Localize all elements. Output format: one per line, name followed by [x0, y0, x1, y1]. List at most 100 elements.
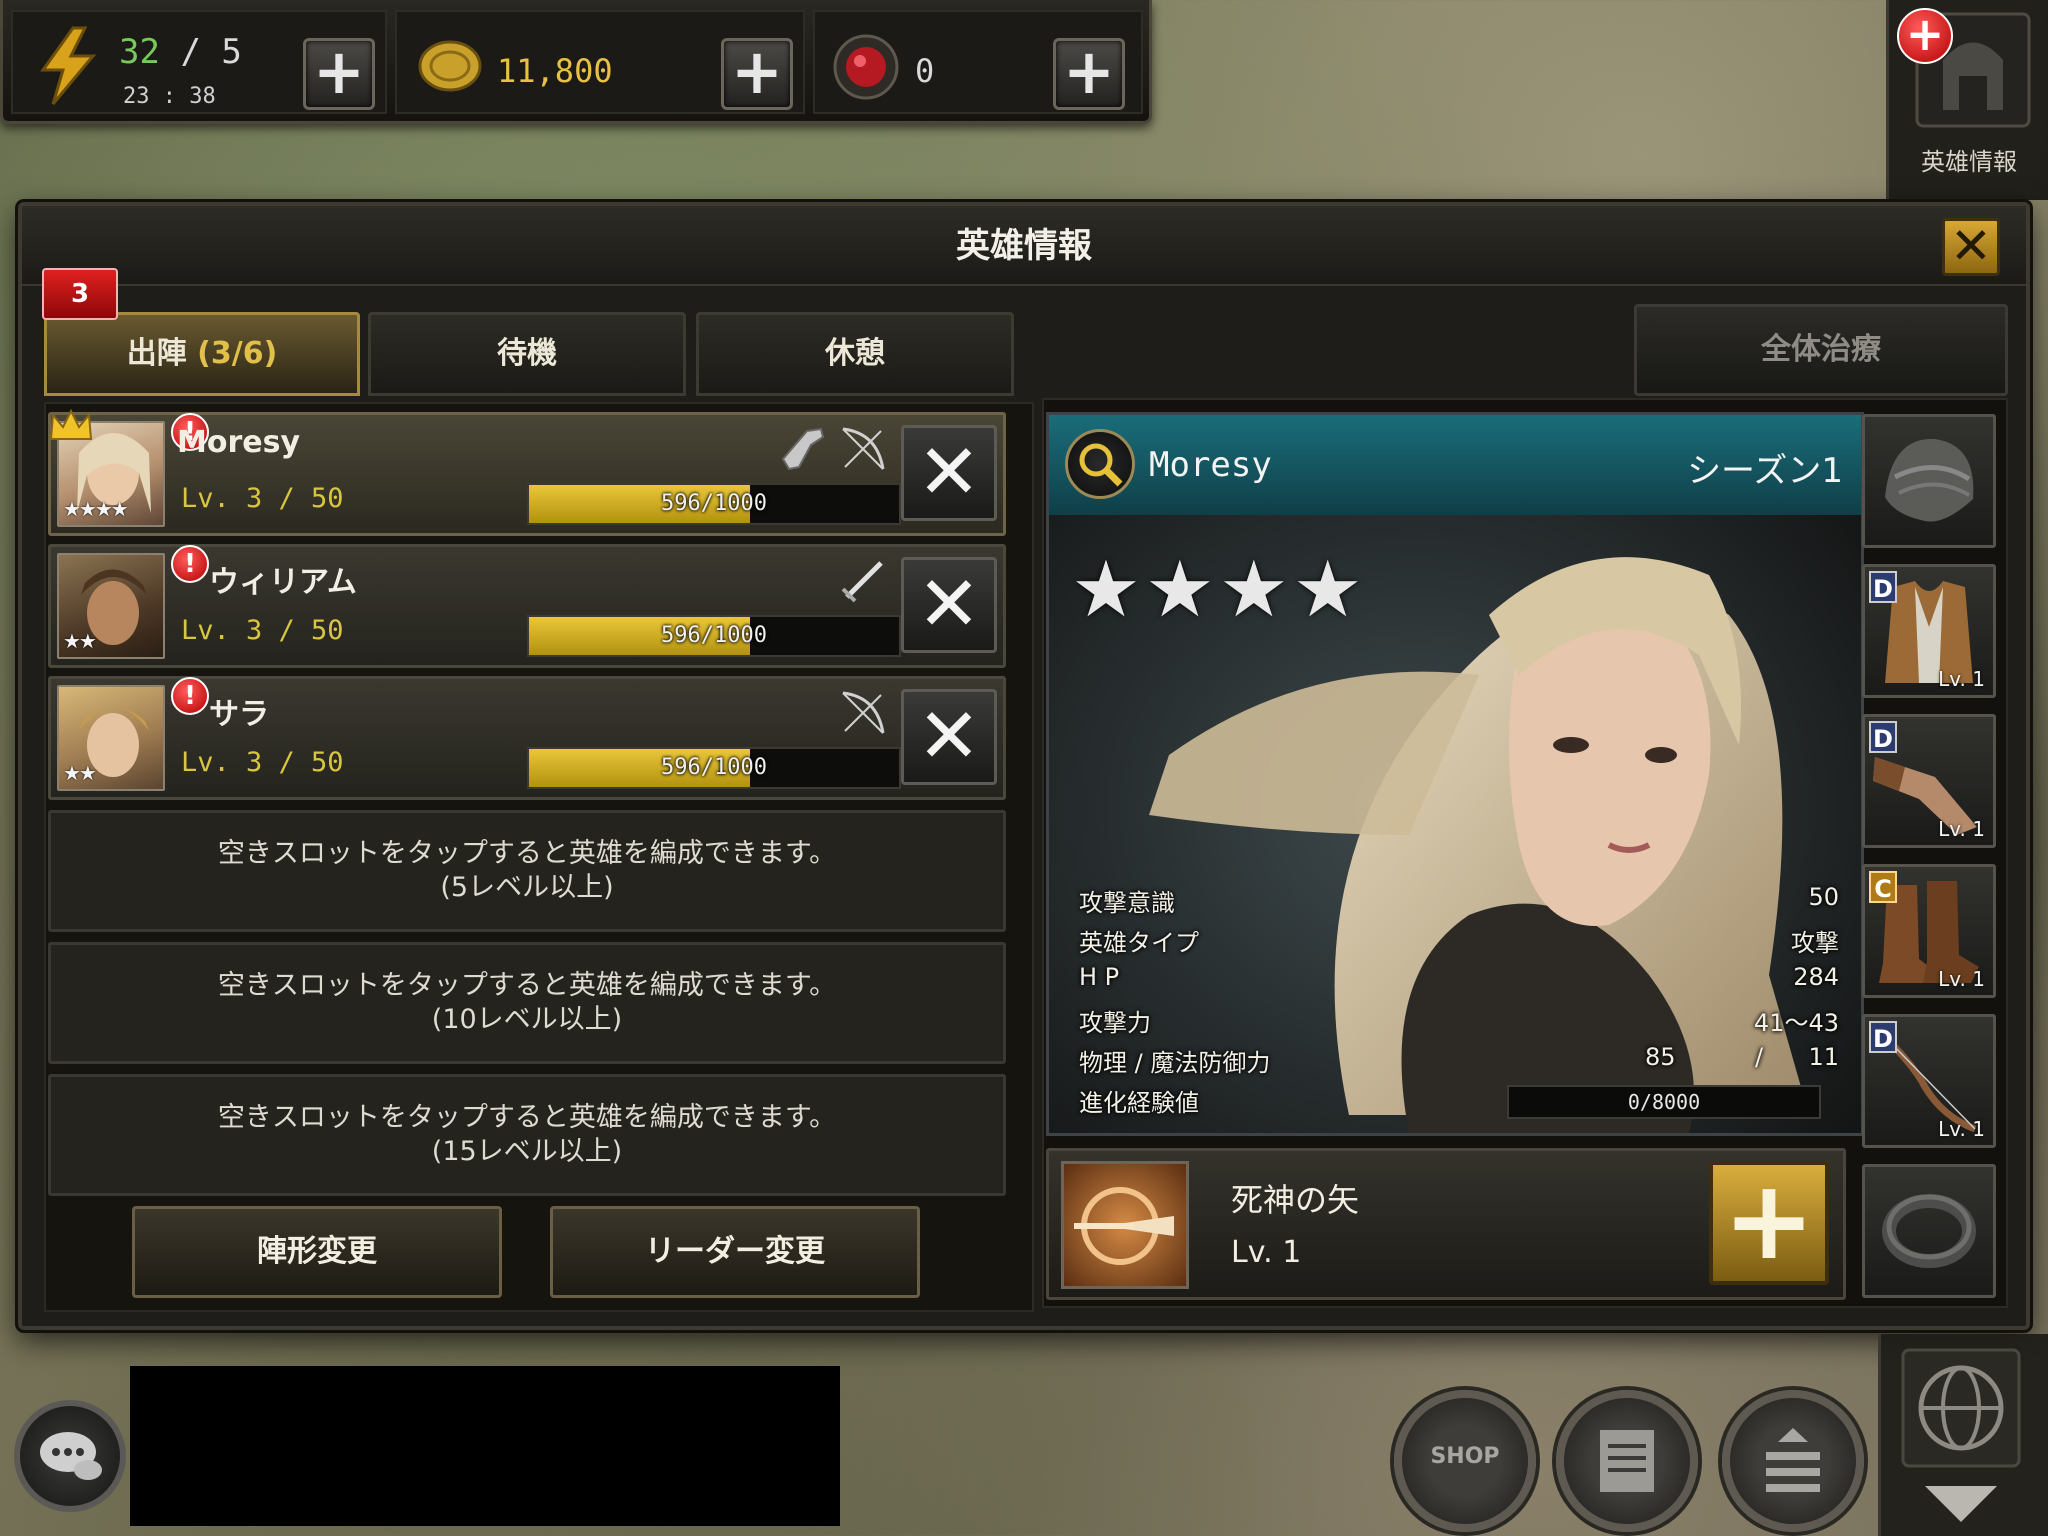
- tab-standby[interactable]: 待機: [368, 312, 686, 396]
- equip-slot-boots[interactable]: C Lv. 1: [1862, 864, 1996, 998]
- equip-slot-ring[interactable]: [1862, 1164, 1996, 1298]
- add-gem-button[interactable]: +: [1053, 38, 1125, 110]
- skill-level: Lv. 1: [1231, 1235, 1302, 1270]
- hero-level: Lv. 3 / 50: [181, 747, 344, 778]
- quest-list-button[interactable]: [1556, 1390, 1698, 1532]
- stat-label: 英雄タイプ: [1079, 929, 1199, 957]
- hero-level: Lv. 3 / 50: [181, 483, 344, 514]
- empty-slot-requirement: (5レベル以上): [440, 872, 614, 903]
- tab-deployed-count: (3/6): [197, 336, 278, 371]
- shop-button[interactable]: SHOP: [1394, 1390, 1536, 1532]
- globe-icon[interactable]: [1901, 1348, 2021, 1468]
- equip-grade: D: [1869, 571, 1897, 603]
- skill-upgrade-button[interactable]: +: [1709, 1161, 1829, 1285]
- ruby-icon: [833, 34, 899, 100]
- side-hud: [1878, 1334, 2048, 1536]
- gem-amount: 0: [915, 52, 935, 90]
- remove-hero-button[interactable]: ✕: [901, 425, 997, 521]
- gem-panel: 0 +: [813, 10, 1143, 114]
- stat-row: 攻撃力 41～43: [1079, 1003, 1849, 1041]
- detail-star-rating: ★★★★: [1071, 545, 1367, 635]
- stamina-max: 5: [221, 32, 242, 72]
- hero-card: Moresy シーズン1 ★★★★ 攻撃意識 50 英雄タイプ 攻撃 H P 2…: [1046, 412, 1864, 1136]
- gold-coin-icon: [418, 40, 482, 92]
- hero-exp-text: 596/1000: [661, 755, 767, 780]
- leader-change-button[interactable]: リーダー変更: [550, 1206, 920, 1298]
- equip-slot-armor[interactable]: D Lv. 1: [1862, 564, 1996, 698]
- chat-bubble-icon: [40, 1432, 102, 1480]
- headwrap-icon: [1885, 438, 1974, 522]
- skill-panel: 死神の矢 Lv. 1 +: [1046, 1148, 1846, 1300]
- heal-all-button[interactable]: 全体治療: [1634, 304, 2008, 396]
- leader-crown-icon: [49, 409, 93, 440]
- skill-icon-frame[interactable]: [1061, 1161, 1189, 1289]
- equip-slot-gloves[interactable]: D Lv. 1: [1862, 714, 1996, 848]
- gun-icon: [781, 427, 825, 471]
- hero-row-moresy[interactable]: ★★★★ ! Moresy Lv. 3 / 50 596/1000 ✕: [48, 409, 1006, 536]
- stamina-separator: /: [180, 32, 201, 72]
- evolution-value: 0/8000: [1627, 1090, 1701, 1114]
- add-stamina-button[interactable]: +: [303, 38, 375, 110]
- empty-slot[interactable]: 空きスロットをタップすると英雄を編成できます。 (10レベル以上): [48, 942, 1006, 1064]
- add-gold-button[interactable]: +: [721, 38, 793, 110]
- hero-name: Moresy: [177, 425, 301, 460]
- hero-row-sara[interactable]: ★★ ! サラ Lv. 3 / 50 596/1000 ✕: [48, 676, 1006, 800]
- equip-level: Lv. 1: [1938, 967, 1985, 991]
- stat-row: 英雄タイプ 攻撃: [1079, 923, 1849, 961]
- stat-label: H P: [1079, 963, 1120, 991]
- hero-info-shortcut[interactable]: + 英雄情報: [1886, 0, 2048, 200]
- empty-slot[interactable]: 空きスロットをタップすると英雄を編成できます。 (5レベル以上): [48, 810, 1006, 932]
- equip-slot-helmet[interactable]: [1862, 414, 1996, 548]
- hero-info-shortcut-label: 英雄情報: [1921, 148, 2017, 176]
- deployed-count-badge: 3: [42, 268, 118, 320]
- evolution-bar: 0/8000: [1507, 1085, 1821, 1119]
- hero-row-william[interactable]: ★★ ! ウィリアム Lv. 3 / 50 596/1000 ✕: [48, 544, 1006, 668]
- magnifier-button[interactable]: [1065, 429, 1135, 499]
- hero-name: サラ: [209, 697, 269, 732]
- hero-exp-bar: 596/1000: [527, 747, 901, 789]
- stat-row: H P 284: [1079, 963, 1849, 1001]
- stat-value: 50: [1808, 883, 1839, 911]
- formation-change-button[interactable]: 陣形変更: [132, 1206, 502, 1298]
- lightning-icon: [40, 26, 97, 105]
- equip-grade: C: [1869, 871, 1897, 903]
- stat-value: 攻撃: [1791, 929, 1839, 957]
- hero-exp-text: 596/1000: [661, 623, 767, 648]
- empty-slot-hint: 空きスロットをタップすると英雄を編成できます。: [217, 970, 837, 1001]
- chevron-down-icon[interactable]: [1921, 1482, 2001, 1526]
- close-button[interactable]: ✕: [1942, 218, 2000, 276]
- equip-slot-bow[interactable]: D Lv. 1: [1862, 1014, 1996, 1148]
- notification-plus-icon: +: [1897, 8, 1953, 64]
- hero-star-rating: ★★★★: [63, 497, 129, 521]
- chat-button[interactable]: [14, 1400, 126, 1512]
- bow-icon: [842, 427, 885, 470]
- empty-slot-requirement: (10レベル以上): [431, 1004, 623, 1035]
- shop-label: SHOP: [1430, 1444, 1500, 1469]
- tab-rest[interactable]: 休憩: [696, 312, 1014, 396]
- alert-icon: !: [171, 545, 209, 583]
- equip-grade: D: [1869, 721, 1897, 753]
- empty-slot[interactable]: 空きスロットをタップすると英雄を編成できます。 (15レベル以上): [48, 1074, 1006, 1196]
- hero-level: Lv. 3 / 50: [181, 615, 344, 646]
- season-label: シーズン1: [1687, 451, 1843, 491]
- empty-slot-hint: 空きスロットをタップすると英雄を編成できます。: [217, 1102, 837, 1133]
- ad-banner: [130, 1366, 840, 1526]
- tab-deployed[interactable]: 出陣 (3/6): [44, 312, 360, 396]
- remove-hero-button[interactable]: ✕: [901, 557, 997, 653]
- hero-star-rating: ★★: [63, 761, 97, 785]
- stamina-current: 32: [119, 32, 160, 72]
- sword-icon: [841, 561, 883, 603]
- dialog-title: 英雄情報: [22, 206, 2026, 286]
- tab-deployed-label: 出陣: [126, 336, 187, 371]
- menu-expand-icon: [1766, 1428, 1820, 1492]
- magic-defense-value: 11: [1808, 1043, 1839, 1071]
- stat-row: 攻撃意識 50: [1079, 883, 1849, 921]
- empty-slot-hint: 空きスロットをタップすると英雄を編成できます。: [217, 838, 837, 869]
- skill-name: 死神の矢: [1231, 1181, 1360, 1219]
- remove-hero-button[interactable]: ✕: [901, 689, 997, 785]
- menu-button[interactable]: [1722, 1390, 1864, 1532]
- hero-star-rating: ★★: [63, 629, 97, 653]
- stat-label: 攻撃力: [1079, 1009, 1151, 1037]
- stat-value: 284: [1793, 963, 1839, 991]
- magnifier-icon: [1079, 443, 1123, 487]
